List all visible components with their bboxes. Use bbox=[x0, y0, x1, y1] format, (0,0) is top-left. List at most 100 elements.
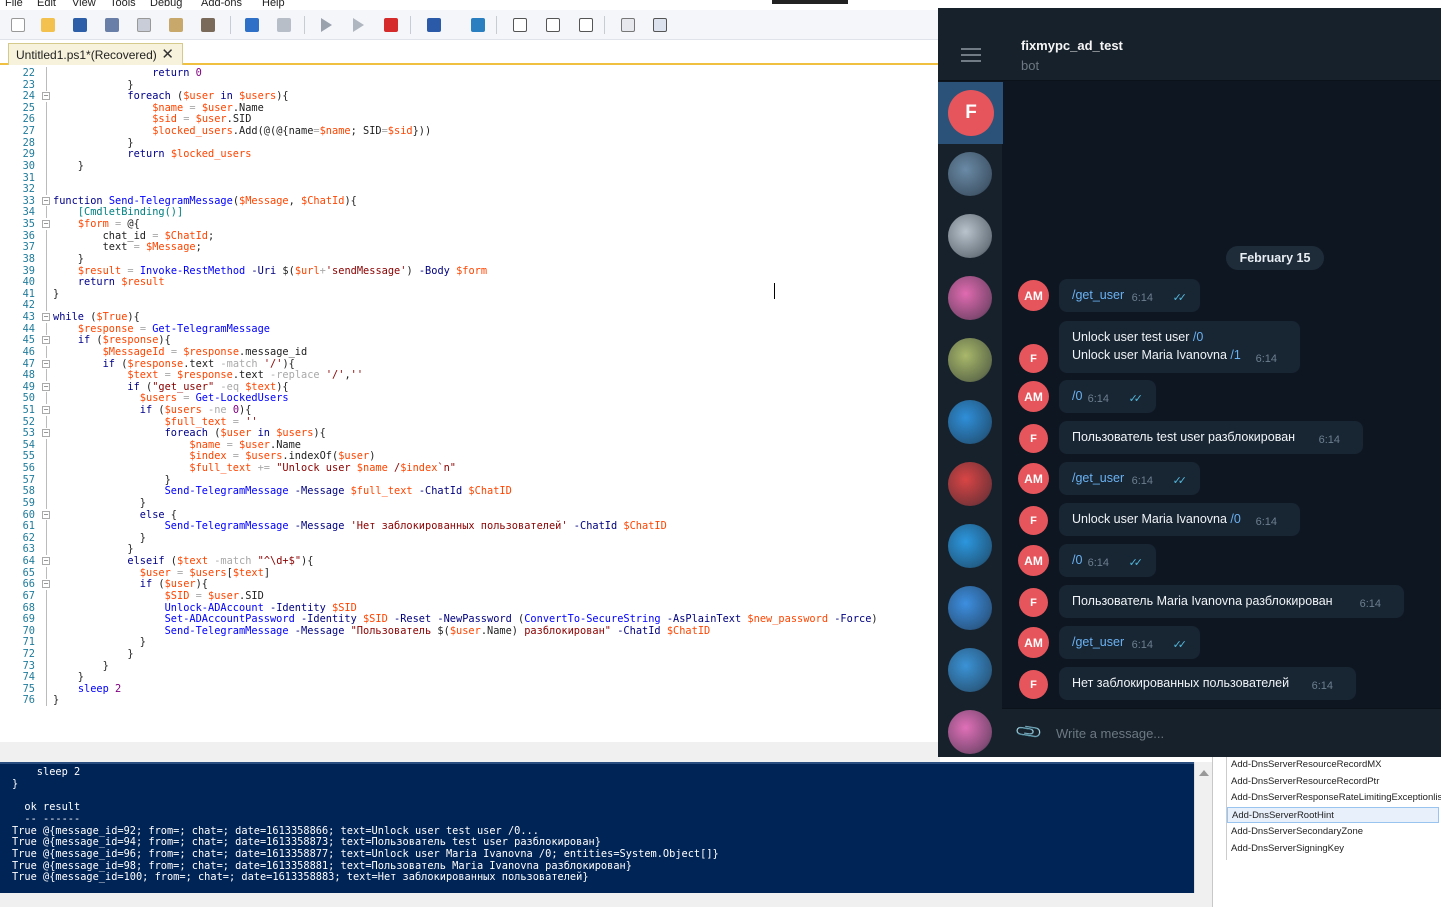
line-number: 44 bbox=[22, 322, 35, 335]
code-text: function Send-TelegramMessage($Message, … bbox=[53, 194, 357, 207]
chat-title[interactable]: fixmypc_ad_test bbox=[1021, 38, 1123, 53]
command-link[interactable]: /0 bbox=[1193, 330, 1203, 344]
telegram-window: fixmypc_ad_test bot F February 15 AM/get… bbox=[938, 8, 1441, 757]
cut-icon[interactable] bbox=[102, 15, 122, 35]
undo-icon[interactable] bbox=[242, 15, 262, 35]
save-icon[interactable] bbox=[70, 15, 90, 35]
run-selection-icon[interactable] bbox=[348, 15, 368, 35]
command-link[interactable]: /1 bbox=[1230, 348, 1240, 362]
menu-item-edit[interactable]: Edit bbox=[37, 0, 56, 9]
close-icon[interactable]: ✕ bbox=[161, 45, 174, 63]
fold-toggle-icon[interactable]: − bbox=[42, 220, 50, 229]
fold-toggle-icon[interactable]: − bbox=[42, 196, 50, 205]
avatar[interactable]: AM bbox=[1018, 280, 1049, 311]
fold-toggle-icon[interactable]: − bbox=[42, 336, 50, 345]
fold-guide bbox=[46, 462, 47, 475]
layout-right-icon[interactable] bbox=[543, 15, 563, 35]
remote-icon[interactable] bbox=[424, 15, 444, 35]
snippets-icon[interactable] bbox=[618, 15, 638, 35]
chat-avatar[interactable] bbox=[948, 276, 992, 320]
save-icon-glyph bbox=[73, 18, 87, 32]
avatar[interactable]: F bbox=[1019, 670, 1048, 699]
fold-toggle-icon[interactable]: − bbox=[42, 382, 50, 391]
message-bubble[interactable]: Пользователь test user разблокирован 6:14 bbox=[1059, 421, 1363, 454]
chat-avatar[interactable] bbox=[948, 214, 992, 258]
fold-guide bbox=[46, 299, 47, 312]
run-icon[interactable] bbox=[316, 15, 336, 35]
message-bubble[interactable]: /get_user 6:14 ✓✓ bbox=[1059, 626, 1200, 659]
line-number: 73 bbox=[22, 659, 35, 672]
copy-icon[interactable] bbox=[134, 15, 154, 35]
command-item[interactable]: Add-DnsServerRootHint bbox=[1227, 807, 1439, 824]
paste-icon[interactable] bbox=[166, 15, 186, 35]
fold-toggle-icon[interactable]: − bbox=[42, 429, 50, 438]
command-item[interactable]: Add-DnsServerSigningKey bbox=[1231, 841, 1441, 857]
avatar[interactable]: AM bbox=[1018, 381, 1049, 412]
message-bubble[interactable]: Unlock user Maria Ivanovna /0 6:14 bbox=[1059, 503, 1300, 536]
hamburger-menu-icon[interactable] bbox=[961, 48, 981, 62]
menu-item-file[interactable]: File bbox=[5, 0, 23, 9]
open-folder-icon[interactable] bbox=[38, 15, 58, 35]
tab-untitled1[interactable]: Untitled1.ps1*(Recovered) ✕ bbox=[8, 43, 183, 65]
fold-toggle-icon[interactable]: − bbox=[42, 580, 50, 589]
layout-top-icon[interactable] bbox=[510, 15, 530, 35]
code-line: 62 } bbox=[0, 531, 938, 544]
message-bubble[interactable]: /get_user 6:14 ✓✓ bbox=[1059, 462, 1200, 495]
message-bubble[interactable]: /0 6:14 ✓✓ bbox=[1059, 380, 1156, 413]
menu-item-tools[interactable]: Tools bbox=[110, 0, 136, 9]
fold-toggle-icon[interactable]: − bbox=[42, 557, 50, 566]
avatar[interactable]: AM bbox=[1018, 545, 1049, 576]
message-input[interactable]: Write a message... bbox=[1056, 726, 1164, 741]
message-bubble[interactable]: Нет заблокированных пользователей 6:14 bbox=[1059, 667, 1356, 700]
layout-max-icon[interactable] bbox=[576, 15, 596, 35]
chat-avatar[interactable] bbox=[948, 152, 992, 196]
console-scrollbar[interactable] bbox=[1194, 762, 1212, 893]
avatar[interactable]: F bbox=[1019, 424, 1048, 453]
message-bubble[interactable]: /get_user 6:14 ✓✓ bbox=[1059, 279, 1200, 312]
command-list[interactable]: Add-DnsServerResourceRecordMX Add-DnsServ… bbox=[1226, 756, 1441, 860]
command-link[interactable]: /0 bbox=[1230, 512, 1240, 526]
message-bubble[interactable]: /0 6:14 ✓✓ bbox=[1059, 544, 1156, 577]
menu-item-view[interactable]: View bbox=[72, 0, 96, 9]
desktop: { "ise": { "menu": ["File", "Edit", "Vie… bbox=[0, 0, 1441, 907]
avatar[interactable]: F bbox=[1019, 506, 1048, 535]
command-item[interactable]: Add-DnsServerResponseRateLimitingExcepti… bbox=[1231, 790, 1441, 806]
message-text: Unlock user Maria Ivanovna /1 bbox=[1072, 348, 1241, 362]
chat-avatar[interactable] bbox=[948, 710, 992, 754]
command-item[interactable]: Add-DnsServerResourceRecordPtr bbox=[1231, 774, 1441, 790]
avatar[interactable]: AM bbox=[1018, 463, 1049, 494]
chat-avatar[interactable] bbox=[948, 648, 992, 692]
fold-toggle-icon[interactable]: − bbox=[42, 92, 50, 101]
avatar[interactable]: F bbox=[1019, 588, 1048, 617]
new-file-icon[interactable] bbox=[8, 15, 28, 35]
avatar[interactable]: F bbox=[1019, 344, 1048, 373]
message-bubble[interactable]: Unlock user test user /0 Unlock user Mari… bbox=[1059, 321, 1300, 373]
menu-item-debug[interactable]: Debug bbox=[150, 0, 182, 9]
command-item[interactable]: Add-DnsServerResourceRecordMX bbox=[1231, 757, 1441, 773]
chat-avatar[interactable] bbox=[948, 524, 992, 568]
redo-icon[interactable] bbox=[274, 15, 294, 35]
fold-toggle-icon[interactable]: − bbox=[42, 359, 50, 368]
command-addon-icon[interactable] bbox=[650, 15, 670, 35]
chat-avatar[interactable] bbox=[948, 462, 992, 506]
fold-toggle-icon[interactable]: − bbox=[42, 405, 50, 414]
command-item[interactable]: Add-DnsServerSecondaryZone bbox=[1231, 824, 1441, 840]
line-number: 41 bbox=[22, 287, 35, 300]
chat-item-active[interactable]: F bbox=[938, 82, 1003, 144]
message-bubble[interactable]: Пользователь Maria Ivanovna разблокирова… bbox=[1059, 585, 1404, 618]
fold-toggle-icon[interactable]: − bbox=[42, 510, 50, 519]
clear-icon[interactable] bbox=[198, 15, 218, 35]
menu-item-add-ons[interactable]: Add-ons bbox=[201, 0, 242, 9]
chat-avatar[interactable] bbox=[948, 586, 992, 630]
scroll-up-icon[interactable] bbox=[1199, 766, 1209, 776]
stop-icon[interactable] bbox=[381, 15, 401, 35]
chat-avatar[interactable] bbox=[948, 400, 992, 444]
paperclip-icon[interactable]: 📎 bbox=[1014, 717, 1045, 747]
avatar[interactable]: AM bbox=[1018, 627, 1049, 658]
console-icon[interactable] bbox=[468, 15, 488, 35]
console-pane[interactable]: sleep 2} ok result -- ------ True @{messa… bbox=[0, 762, 1194, 893]
menu-item-help[interactable]: Help bbox=[262, 0, 285, 9]
script-editor[interactable]: 22 return 0 23 } 24− foreach ($user in $us… bbox=[0, 66, 938, 742]
fold-toggle-icon[interactable]: − bbox=[42, 313, 50, 322]
chat-avatar[interactable] bbox=[948, 338, 992, 382]
